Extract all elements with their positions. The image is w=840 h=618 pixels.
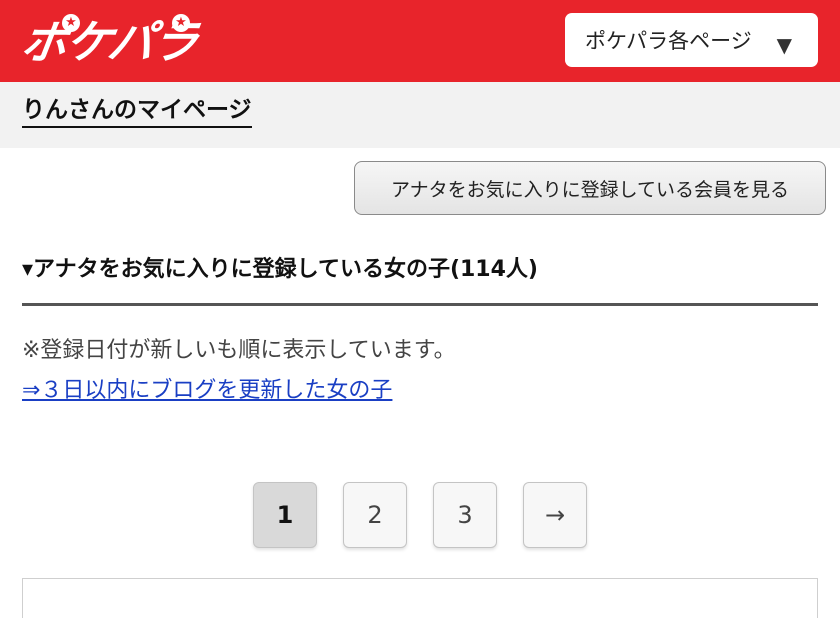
pokepara-logo[interactable]: ポケパラ ★ ★ bbox=[18, 14, 252, 70]
next-page-button[interactable]: → bbox=[523, 482, 587, 548]
page-button-3[interactable]: 3 bbox=[433, 482, 497, 548]
page-button-1[interactable]: 1 bbox=[253, 482, 317, 548]
sort-note: ※登録日付が新しいも順に表示しています。 bbox=[22, 338, 456, 363]
girls-list-container bbox=[22, 578, 818, 618]
logo-star-icon: ★ bbox=[62, 14, 80, 32]
mypage-link[interactable]: りんさんのマイページ bbox=[22, 96, 252, 128]
section-title: ▾アナタをお気に入りに登録している女の子(114人) bbox=[22, 257, 538, 282]
page-button-2[interactable]: 2 bbox=[343, 482, 407, 548]
chevron-down-icon: ▼ bbox=[776, 33, 792, 57]
logo-star-icon: ★ bbox=[172, 14, 190, 32]
section-divider bbox=[22, 303, 818, 306]
recent-blog-girls-link[interactable]: ⇒３日以内にブログを更新した女の子 bbox=[22, 374, 392, 408]
view-favoriting-members-button[interactable]: アナタをお気に入りに登録している会員を見る bbox=[354, 161, 826, 215]
mypage-bar: りんさんのマイページ bbox=[0, 82, 840, 148]
pages-dropdown-button[interactable]: ポケパラ各ページ ▼ bbox=[565, 13, 818, 67]
pages-dropdown-label: ポケパラ各ページ bbox=[585, 29, 752, 53]
app-header: ポケパラ ★ ★ ポケパラ各ページ ▼ bbox=[0, 0, 840, 82]
